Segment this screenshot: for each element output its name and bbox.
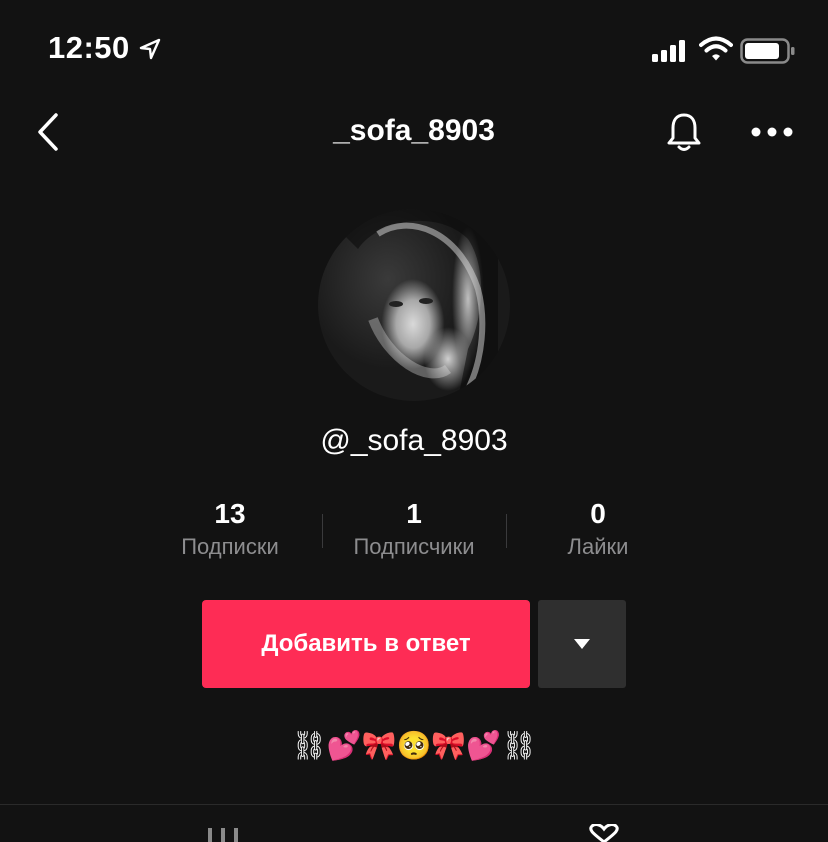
nav-bar: _sofa_8903 [0, 100, 828, 164]
profile-bio: ⛓💕🎀🥺🎀💕⛓ [291, 730, 537, 761]
tabs-divider [0, 804, 828, 805]
following-label: Подписки [181, 534, 279, 559]
wifi-icon [699, 36, 733, 61]
likes-count: 0 [590, 498, 606, 529]
avatar[interactable] [318, 209, 510, 401]
videos-grid-icon[interactable] [206, 824, 240, 842]
bell-icon [667, 113, 701, 151]
followers-label: Подписчики [353, 534, 475, 559]
followers-stat[interactable]: 1 Подписчики [322, 496, 506, 560]
following-stat[interactable]: 13 Подписки [138, 496, 322, 560]
follow-back-button[interactable]: Добавить в ответ [202, 600, 530, 688]
cellular-signal-icon [652, 40, 685, 62]
caret-down-icon [574, 639, 590, 649]
notifications-button[interactable] [660, 108, 708, 156]
avatar-portrait-image [318, 209, 498, 401]
more-options-button[interactable] [748, 108, 796, 156]
followers-count: 1 [406, 498, 422, 529]
status-time: 12:50 [48, 30, 130, 65]
following-count: 13 [214, 498, 246, 529]
liked-heart-icon[interactable] [584, 824, 624, 842]
more-dots-icon [751, 127, 793, 137]
profile-stats: 13 Подписки 1 Подписчики 0 Лайки [138, 496, 690, 576]
likes-stat[interactable]: 0 Лайки [506, 496, 690, 560]
location-arrow-icon [139, 38, 161, 60]
likes-label: Лайки [567, 534, 629, 559]
suggestions-dropdown-button[interactable] [538, 600, 626, 688]
profile-handle: @_sofa_8903 [320, 424, 508, 457]
battery-icon [740, 38, 795, 64]
status-bar: 12:50 [0, 0, 828, 100]
